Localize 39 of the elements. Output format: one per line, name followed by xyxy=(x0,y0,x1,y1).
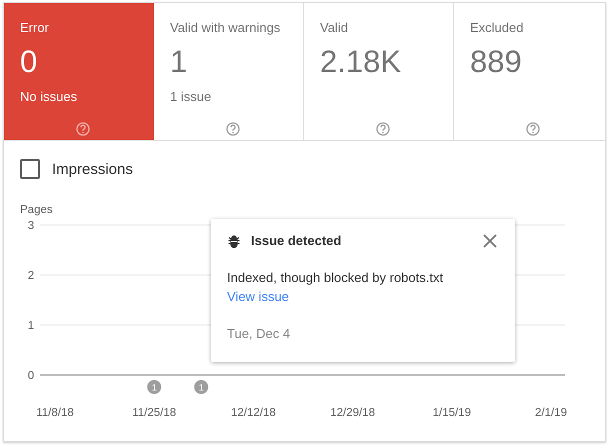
axis-tick-label: 1 xyxy=(28,320,34,332)
checkbox[interactable] xyxy=(20,159,40,179)
axis-title: Pages xyxy=(20,204,53,216)
tile-label: Error xyxy=(20,20,50,35)
tile-value: 1 xyxy=(170,44,188,80)
axis-tick-label: 2/1/19 xyxy=(535,407,567,419)
view-issue-link[interactable]: View issue xyxy=(227,289,289,304)
tile-subtitle: No issues xyxy=(20,89,78,104)
status-tile[interactable]: Valid 2.18K xyxy=(304,3,454,140)
axis-tick-label: 11/8/18 xyxy=(36,407,74,419)
status-tile[interactable]: Excluded 889 xyxy=(454,3,605,140)
axis-tick-label: 2 xyxy=(28,270,34,282)
bug-icon xyxy=(227,234,241,248)
tile-label: Valid with warnings xyxy=(170,20,282,35)
tile-label: Valid xyxy=(320,20,349,35)
axis-tick-label: 3 xyxy=(28,220,34,232)
help-icon[interactable] xyxy=(526,122,540,136)
axis-tick-label: 0 xyxy=(28,370,34,382)
tile-label: Excluded xyxy=(470,20,524,35)
axis-tick-label: 12/12/18 xyxy=(231,407,276,419)
annotation-marker[interactable]: 1 xyxy=(147,380,162,394)
tile-value: 2.18K xyxy=(320,44,402,80)
status-tile[interactable]: Error 0 No issues xyxy=(4,3,154,140)
popup-date: Tue, Dec 4 xyxy=(227,326,292,341)
help-icon[interactable] xyxy=(226,122,240,136)
axis-tick-label: 11/25/18 xyxy=(132,407,176,419)
axis-tick-label: 12/29/18 xyxy=(330,407,375,419)
popup-message: Indexed, though blocked by robots.txt xyxy=(227,270,444,285)
axis-tick-label: 1/15/19 xyxy=(432,407,471,419)
tile-value: 889 xyxy=(470,44,523,80)
annotation-marker[interactable]: 1 xyxy=(194,380,208,394)
status-tile[interactable]: Valid with warnings 1 1 issue xyxy=(154,3,304,140)
popup-title: Issue detected xyxy=(251,233,342,248)
tile-subtitle: 1 issue xyxy=(170,89,212,104)
help-icon[interactable] xyxy=(376,122,390,136)
tile-value: 0 xyxy=(20,44,38,80)
help-icon[interactable] xyxy=(76,122,90,136)
close-icon[interactable] xyxy=(483,234,497,248)
checkbox-label: Impressions xyxy=(52,160,133,178)
